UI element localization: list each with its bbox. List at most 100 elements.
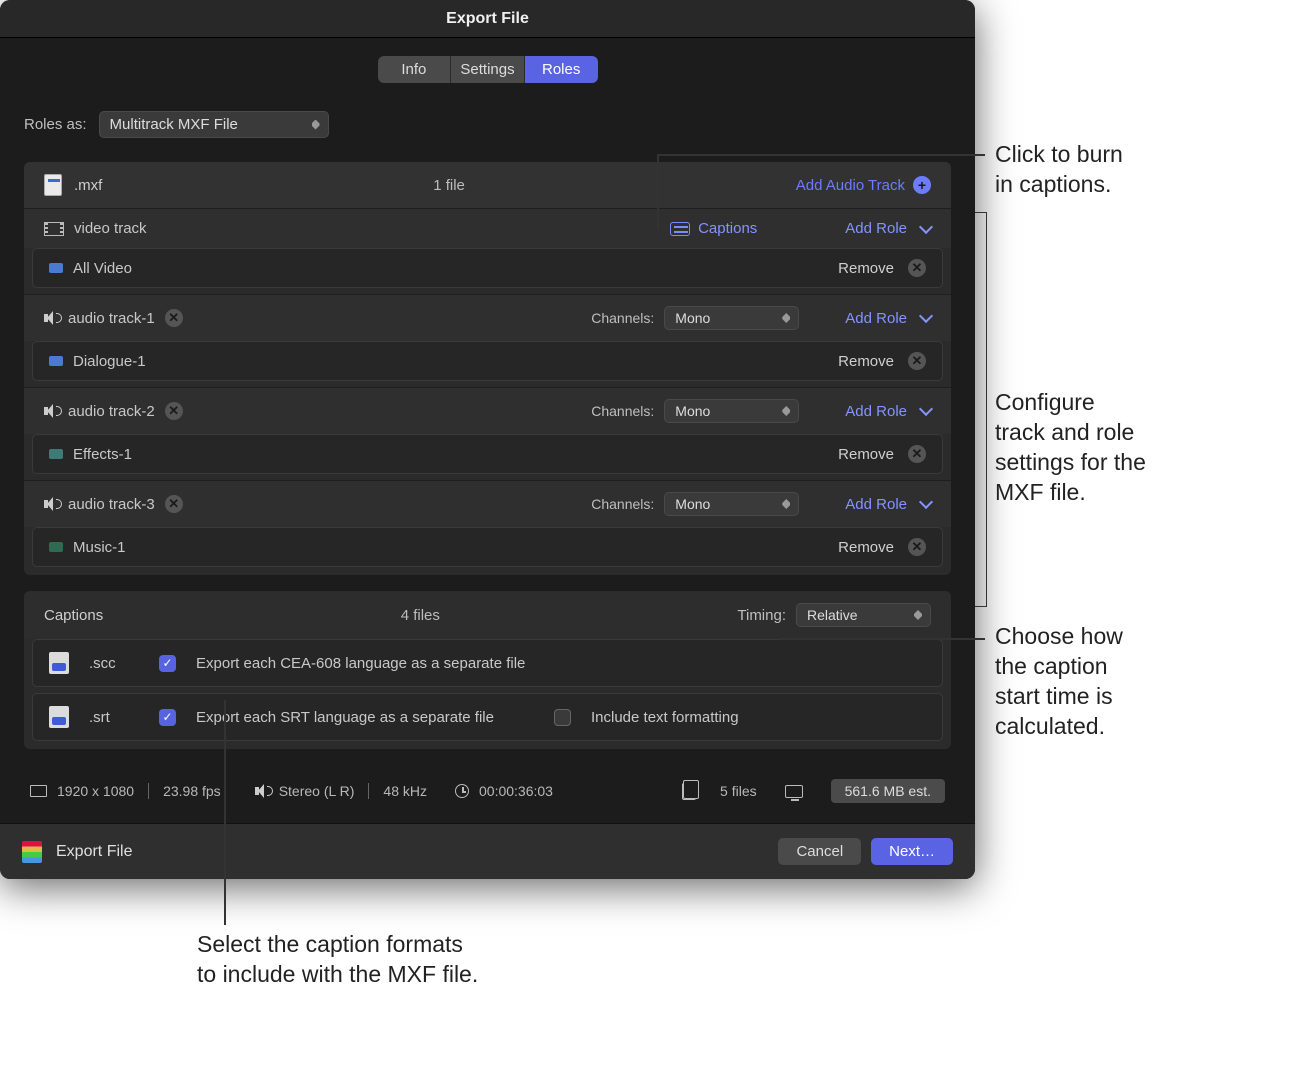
audio-track-3-row: audio track-3 ✕ Channels: Mono Add Role [24,480,951,527]
add-role-audio-3[interactable]: Add Role [845,496,907,513]
speaker-icon [44,497,58,511]
captions-burn-button[interactable]: Captions [670,220,757,237]
remove-audio-track-1[interactable]: ✕ [165,309,183,327]
chevron-down-icon[interactable] [919,309,933,323]
channels-select-1[interactable]: Mono [664,306,799,330]
callout-line [224,700,226,925]
role-color-chip [49,263,63,273]
window-title: Export File [0,0,975,38]
channels-select-2[interactable]: Mono [664,399,799,423]
callout-line [657,154,985,156]
remove-label: Remove [838,260,894,277]
srt-separate-checkbox[interactable]: ✓ [159,709,176,726]
srt-ext: .srt [89,709,139,726]
chevron-down-icon[interactable] [919,495,933,509]
callout-caption-formats: Select the caption formats to include wi… [197,930,478,990]
captions-panel: Captions 4 files Timing: Relative .scc ✓… [24,591,951,749]
captions-file-count: 4 files [103,607,737,624]
callout-bracket [975,212,987,607]
role-color-chip [49,356,63,366]
remove-button[interactable]: ✕ [908,445,926,463]
audio-track-3-label: audio track-3 [68,496,155,513]
scc-separate-checkbox[interactable]: ✓ [159,655,176,672]
dialogue-1-label: Dialogue-1 [73,353,146,370]
channels-select-3[interactable]: Mono [664,492,799,516]
all-video-label: All Video [73,260,132,277]
music-1-subrow: Music-1 Remove ✕ [32,527,943,567]
tab-segment: Info Settings Roles [378,56,598,83]
plus-icon: + [913,176,931,194]
remove-button[interactable]: ✕ [908,538,926,556]
status-resolution: 1920 x 1080 [57,783,134,799]
audio-track-2-row: audio track-2 ✕ Channels: Mono Add Role [24,387,951,434]
next-button[interactable]: Next… [871,838,953,865]
monitor-icon [785,785,803,798]
clock-icon [455,784,469,798]
status-audio: Stereo (L R) [279,783,355,799]
all-video-subrow: All Video Remove ✕ [32,248,943,288]
callout-timing: Choose how the caption start time is cal… [995,622,1123,742]
srt-formatting-label: Include text formatting [591,709,739,726]
captions-icon [670,222,690,236]
audio-track-1-row: audio track-1 ✕ Channels: Mono Add Role [24,294,951,341]
remove-button[interactable]: ✕ [908,259,926,277]
remove-audio-track-2[interactable]: ✕ [165,402,183,420]
scc-ext: .scc [89,655,139,672]
remove-audio-track-3[interactable]: ✕ [165,495,183,513]
status-fps: 23.98 fps [163,783,221,799]
captions-header: Captions 4 files Timing: Relative [24,591,951,639]
app-icon [22,841,42,863]
scc-separate-label: Export each CEA-608 language as a separa… [196,655,525,672]
audio-track-2-label: audio track-2 [68,403,155,420]
chevron-down-icon[interactable] [919,402,933,416]
role-color-chip [49,449,63,459]
add-role-audio-2[interactable]: Add Role [845,403,907,420]
remove-button[interactable]: ✕ [908,352,926,370]
speaker-icon [44,404,58,418]
status-size: 561.6 MB est. [831,779,945,803]
scc-row: .scc ✓ Export each CEA-608 language as a… [32,639,943,687]
file-icon [44,174,62,196]
footer-title: Export File [56,843,132,861]
effects-1-label: Effects-1 [73,446,132,463]
add-role-audio-1[interactable]: Add Role [845,310,907,327]
speaker-icon [255,784,269,798]
window-body: Info Settings Roles Roles as: Multitrack… [0,38,975,823]
channels-label: Channels: [591,310,654,326]
add-role-video[interactable]: Add Role [845,220,907,237]
audio-track-1-label: audio track-1 [68,310,155,327]
caption-file-icon [49,706,69,728]
mxf-file-count: 1 file [102,177,795,194]
srt-formatting-checkbox[interactable] [554,709,571,726]
captions-title: Captions [44,607,103,624]
roles-as-select[interactable]: Multitrack MXF File [99,111,329,138]
srt-separate-label: Export each SRT language as a separate f… [196,709,494,726]
tab-info[interactable]: Info [378,56,451,83]
roles-as-row: Roles as: Multitrack MXF File [24,111,951,138]
mxf-panel: .mxf 1 file Add Audio Track + video trac… [24,162,951,575]
mxf-ext-label: .mxf [74,177,102,194]
chevron-down-icon[interactable] [919,219,933,233]
add-audio-track-button[interactable]: Add Audio Track + [796,176,931,194]
tab-roles[interactable]: Roles [524,56,598,83]
srt-row: .srt ✓ Export each SRT language as a sep… [32,693,943,741]
cancel-button[interactable]: Cancel [778,838,861,865]
status-bar: 1920 x 1080 23.98 fps Stereo (L R) 48 kH… [24,765,951,813]
callout-line [657,154,659,230]
callout-configure-tracks: Configure track and role settings for th… [995,388,1146,508]
speaker-icon [44,311,58,325]
status-sample: 48 kHz [383,783,427,799]
files-icon [682,783,696,800]
export-file-window: Export File Info Settings Roles Roles as… [0,0,975,879]
mxf-header: .mxf 1 file Add Audio Track + [24,162,951,208]
tab-settings[interactable]: Settings [450,56,524,83]
caption-file-icon [49,652,69,674]
timing-label: Timing: [737,607,786,624]
callout-burn-captions: Click to burn in captions. [995,140,1123,200]
frame-icon [30,785,47,797]
timing-select[interactable]: Relative [796,603,931,627]
effects-1-subrow: Effects-1 Remove ✕ [32,434,943,474]
music-1-label: Music-1 [73,539,126,556]
callout-line [778,638,985,640]
roles-as-label: Roles as: [24,116,87,133]
